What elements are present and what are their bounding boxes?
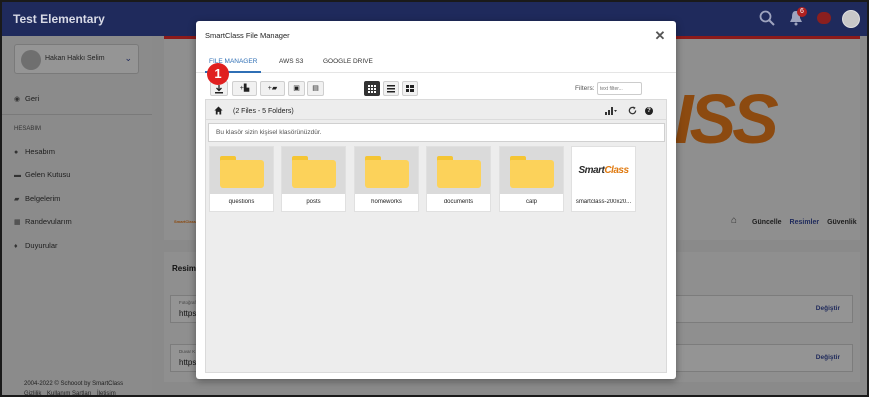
filters-label: Filters: bbox=[575, 85, 595, 92]
sidebar-item-back[interactable]: ◉ Geri bbox=[14, 94, 39, 103]
sidebar-item-label: Randevularım bbox=[25, 217, 72, 226]
help-icon[interactable]: ? bbox=[645, 107, 653, 115]
new-file-button[interactable]: +▙ bbox=[232, 81, 257, 96]
personal-folder-notice: Bu klasör sizin kişisel klasörünüzdür. bbox=[208, 123, 665, 142]
app-title: Test Elementary bbox=[13, 12, 105, 26]
nav-link-update[interactable]: Güncelle bbox=[752, 219, 782, 226]
user-icon: ● bbox=[14, 149, 19, 156]
filter-input[interactable] bbox=[597, 82, 642, 95]
flag-icon[interactable] bbox=[817, 12, 831, 24]
inbox-icon: ▬ bbox=[14, 172, 21, 179]
footer-link-contact[interactable]: İletişim bbox=[97, 391, 116, 395]
folder-icon bbox=[220, 156, 264, 188]
school-logo: SmartClass bbox=[174, 219, 197, 224]
nav-link-images[interactable]: Resimler bbox=[790, 219, 820, 226]
sidebar-item-inbox[interactable]: ▬ Gelen Kutusu bbox=[14, 170, 70, 179]
sidebar-footer: 2004-2022 © Schooot by SmartClass Gizlil… bbox=[24, 379, 124, 395]
tile-thumbnail bbox=[427, 147, 490, 194]
tab-aws-s3[interactable]: AWS S3 bbox=[279, 58, 303, 65]
brand-banner: ISS bbox=[674, 80, 779, 158]
footer-copyright: 2004-2022 © Schooot by SmartClass bbox=[24, 381, 124, 387]
folder-tile-questions[interactable]: questions bbox=[209, 146, 274, 212]
sidebar-item-label: Geri bbox=[25, 94, 40, 103]
path-bar: (2 Files - 5 Folders) ? bbox=[206, 102, 666, 120]
sidebar-item-label: Hesabım bbox=[25, 147, 56, 156]
sidebar-item-label: Gelen Kutusu bbox=[25, 170, 71, 179]
new-folder-button[interactable]: +▰ bbox=[260, 81, 285, 96]
sort-icon[interactable] bbox=[605, 107, 617, 117]
folder-tile-calp[interactable]: calp bbox=[499, 146, 564, 212]
sidebar-divider bbox=[2, 114, 152, 115]
chevron-down-icon: ⌄ bbox=[124, 53, 132, 63]
clipboard-button[interactable]: ▤ bbox=[307, 81, 324, 96]
footer-link-privacy[interactable]: Gizlilik bbox=[24, 391, 41, 395]
list-view-button[interactable] bbox=[383, 81, 399, 96]
calendar-icon: ▦ bbox=[14, 219, 21, 226]
sidebar-item-label: Duyurular bbox=[25, 241, 58, 250]
folder-icon bbox=[437, 156, 481, 188]
tile-thumbnail bbox=[210, 147, 273, 194]
folder-tile-documents[interactable]: documents bbox=[426, 146, 491, 212]
smartclass-logo: SmartClass bbox=[578, 165, 629, 176]
change-photo-button[interactable]: Değiştir bbox=[816, 305, 840, 312]
tile-label: homeworks bbox=[371, 199, 402, 205]
tab-google-drive[interactable]: GOOGLE DRIVE bbox=[323, 58, 373, 65]
tile-thumbnail bbox=[282, 147, 345, 194]
image-thumbnail: SmartClass bbox=[572, 147, 635, 194]
tile-label: questions bbox=[228, 199, 255, 205]
notification-badge: 6 bbox=[797, 7, 807, 17]
sidebar: Hakan Hakkı Selim ⌄ ◉ Geri HESABIM ● Hesab… bbox=[2, 36, 152, 395]
close-icon[interactable]: ✕ bbox=[654, 29, 666, 42]
user-avatar-icon bbox=[21, 50, 41, 70]
folder-icon bbox=[510, 156, 554, 188]
search-icon[interactable] bbox=[759, 10, 777, 28]
sidebar-item-label: Belgelerim bbox=[25, 194, 61, 203]
footer-link-terms[interactable]: Kullanım Şartları bbox=[47, 391, 91, 395]
folder-icon: ▰ bbox=[14, 196, 20, 203]
megaphone-icon: ♦ bbox=[14, 243, 18, 250]
folder-icon bbox=[365, 156, 409, 188]
details-view-button[interactable] bbox=[402, 81, 418, 96]
field-label: Duvar K bbox=[179, 349, 196, 354]
file-browser: (2 Files - 5 Folders) ? Bu klasör sizin … bbox=[205, 99, 667, 373]
change-wallpaper-button[interactable]: Değiştir bbox=[816, 354, 840, 361]
home-icon[interactable] bbox=[214, 106, 223, 117]
tile-thumbnail bbox=[355, 147, 418, 194]
folder-icon bbox=[292, 156, 336, 188]
sidebar-item-account[interactable]: ● Hesabım bbox=[14, 147, 55, 156]
avatar[interactable] bbox=[842, 10, 860, 28]
folder-tile-homeworks[interactable]: homeworks bbox=[354, 146, 419, 212]
folder-tile-posts[interactable]: posts bbox=[281, 146, 346, 212]
sidebar-item-documents[interactable]: ▰ Belgelerim bbox=[14, 194, 60, 203]
tile-label: calp bbox=[525, 199, 537, 205]
tile-thumbnail bbox=[500, 147, 563, 194]
refresh-icon[interactable] bbox=[628, 106, 637, 117]
tile-label: smartclass-200x20... bbox=[575, 199, 632, 205]
sidebar-item-appointments[interactable]: ▦ Randevularım bbox=[14, 217, 72, 226]
folder-summary: (2 Files - 5 Folders) bbox=[233, 108, 294, 115]
modal-title: SmartClass File Manager bbox=[205, 31, 290, 40]
nav-link-security[interactable]: Güvenlik bbox=[827, 219, 857, 226]
tile-label: documents bbox=[443, 199, 474, 205]
sidebar-section-header: HESABIM bbox=[14, 126, 42, 132]
paste-button[interactable]: ▣ bbox=[288, 81, 305, 96]
user-name: Hakan Hakkı Selim bbox=[45, 55, 105, 62]
user-switcher[interactable]: Hakan Hakkı Selim ⌄ bbox=[14, 44, 139, 74]
file-tile-smartclass-logo[interactable]: SmartClass smartclass-200x20... bbox=[571, 146, 636, 212]
field-label: Fotoğraf bbox=[179, 300, 196, 305]
profile-nav: Güncelle Resimler Güvenlik bbox=[752, 219, 863, 226]
tile-label: posts bbox=[306, 199, 321, 205]
step-badge: 1 bbox=[207, 63, 229, 85]
home-icon[interactable]: ⌂ bbox=[731, 215, 737, 226]
sidebar-item-announcements[interactable]: ♦ Duyurular bbox=[14, 241, 58, 250]
source-tabs: FILE MANAGER AWS S3 GOOGLE DRIVE bbox=[196, 51, 676, 73]
grid-view-button[interactable] bbox=[364, 81, 380, 96]
back-icon: ◉ bbox=[14, 96, 21, 103]
